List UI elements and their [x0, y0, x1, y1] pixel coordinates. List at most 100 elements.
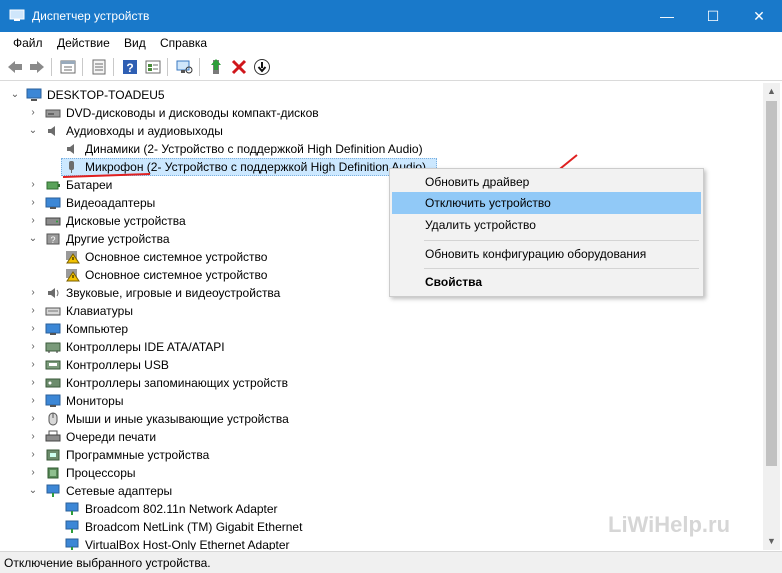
details-view-icon[interactable]: [144, 58, 162, 76]
chevron-right-icon[interactable]: ›: [28, 446, 38, 464]
scrollbar-thumb[interactable]: [766, 101, 777, 466]
microphone-icon: [69, 161, 74, 173]
chevron-right-icon[interactable]: ›: [28, 194, 38, 212]
mouse-icon: [48, 412, 58, 426]
chevron-right-icon[interactable]: ›: [28, 410, 38, 428]
chevron-right-icon[interactable]: ›: [28, 212, 38, 230]
menu-bar: Файл Действие Вид Справка: [0, 32, 782, 53]
forward-arrow-icon[interactable]: [28, 58, 46, 76]
device-list-icon[interactable]: [90, 58, 108, 76]
menu-item-properties[interactable]: Свойства: [392, 271, 701, 293]
title-bar: Диспетчер устройств — ☐ ✕: [0, 0, 782, 32]
tree-label: Broadcom NetLink (TM) Gigabit Ethernet: [85, 520, 303, 534]
chevron-right-icon[interactable]: ›: [28, 104, 38, 122]
chevron-right-icon[interactable]: ›: [28, 176, 38, 194]
warning-device-icon: [66, 269, 80, 282]
menu-item-disable-device[interactable]: Отключить устройство: [392, 192, 701, 214]
tree-label: Мыши и иные указывающие устройства: [66, 412, 289, 426]
menu-action[interactable]: Действие: [57, 36, 110, 50]
device-manager-app-icon: [9, 9, 25, 21]
chevron-down-icon[interactable]: ⌄: [28, 230, 38, 248]
context-menu: Обновить драйвер Отключить устройство Уд…: [389, 168, 704, 297]
sound-device-icon: [48, 288, 59, 298]
network-adapter-icon: [65, 502, 79, 515]
window-title: Диспетчер устройств: [32, 9, 150, 23]
tree-label: Мониторы: [66, 394, 124, 408]
disk-drive-icon: [45, 217, 61, 226]
toolbar-separator: [51, 58, 52, 76]
toolbar-separator: [113, 58, 114, 76]
properties-pane-icon[interactable]: [59, 58, 77, 76]
menu-item-label: Отключить устройство: [425, 196, 551, 210]
network-adapter-icon: [46, 484, 60, 497]
chevron-right-icon[interactable]: ›: [28, 428, 38, 446]
chevron-down-icon[interactable]: ⌄: [28, 482, 38, 500]
tree-label: Дисковые устройства: [66, 214, 186, 228]
chevron-right-icon[interactable]: ›: [28, 356, 38, 374]
printer-icon: [45, 430, 61, 442]
chevron-right-icon[interactable]: ›: [28, 374, 38, 392]
warning-device-icon: [66, 251, 80, 264]
disable-device-icon[interactable]: [253, 58, 271, 76]
status-bar: Отключение выбранного устройства.: [0, 551, 782, 573]
chevron-right-icon[interactable]: ›: [28, 302, 38, 320]
storage-controller-icon: [45, 378, 61, 388]
dvd-drive-icon: [45, 109, 61, 118]
chevron-right-icon[interactable]: ›: [28, 338, 38, 356]
chevron-right-icon[interactable]: ›: [28, 320, 38, 338]
scan-hardware-icon[interactable]: [175, 58, 193, 76]
tree-label: Звуковые, игровые и видеоустройства: [66, 286, 281, 300]
computer-icon: [45, 323, 61, 335]
toolbar-separator: [199, 58, 200, 76]
maximize-button[interactable]: ☐: [690, 0, 736, 32]
tree-label: Микрофон (2- Устройство с поддержкой Hig…: [85, 160, 427, 174]
vertical-scrollbar[interactable]: ▲ ▼: [763, 83, 780, 550]
menu-view[interactable]: Вид: [124, 36, 146, 50]
usb-controller-icon: [45, 360, 61, 370]
toolbar-separator: [82, 58, 83, 76]
computer-icon: [26, 88, 42, 101]
menu-item-update-driver[interactable]: Обновить драйвер: [392, 171, 701, 193]
close-button[interactable]: ✕: [736, 0, 782, 32]
menu-item-label: Обновить конфигурацию оборудования: [425, 247, 647, 261]
tree-label: Процессоры: [66, 466, 136, 480]
menu-item-label: Удалить устройство: [425, 218, 536, 232]
tree-label: Другие устройства: [66, 232, 170, 246]
menu-item-uninstall-device[interactable]: Удалить устройство: [392, 214, 701, 236]
tree-root-label: DESKTOP-TOADEU5: [47, 88, 165, 102]
chevron-down-icon[interactable]: ⌄: [28, 122, 38, 140]
update-driver-icon[interactable]: [207, 58, 225, 76]
ide-controller-icon: [45, 342, 61, 353]
back-arrow-icon[interactable]: [6, 58, 24, 76]
scroll-down-icon[interactable]: ▼: [763, 533, 780, 550]
chevron-right-icon[interactable]: ›: [28, 284, 38, 302]
minimize-button[interactable]: —: [644, 0, 690, 32]
tree-label: Контроллеры IDE ATA/ATAPI: [66, 340, 225, 354]
menu-item-scan-hardware[interactable]: Обновить конфигурацию оборудования: [392, 243, 701, 265]
chevron-right-icon[interactable]: ›: [28, 464, 38, 482]
tree-label: Контроллеры USB: [66, 358, 169, 372]
tree-label: Динамики (2- Устройство с поддержкой Hig…: [85, 142, 423, 156]
menu-item-label: Свойства: [425, 275, 483, 289]
menu-help[interactable]: Справка: [160, 36, 207, 50]
tree-label: DVD-дисководы и дисководы компакт-дисков: [66, 106, 319, 120]
tree-label: Видеоадаптеры: [66, 196, 156, 210]
battery-icon: [46, 181, 60, 190]
chevron-down-icon[interactable]: ⌄: [10, 86, 20, 104]
tree-label: Клавиатуры: [66, 304, 133, 318]
tree-label: Основное системное устройство: [85, 268, 268, 282]
menu-separator: [424, 268, 699, 269]
tree-label: Сетевые адаптеры: [66, 484, 173, 498]
svg-text:?: ?: [50, 235, 55, 245]
scroll-up-icon[interactable]: ▲: [763, 83, 780, 100]
display-adapter-icon: [45, 197, 61, 209]
chevron-right-icon[interactable]: ›: [28, 392, 38, 410]
keyboard-icon: [45, 307, 61, 316]
menu-file[interactable]: Файл: [13, 36, 43, 50]
unknown-device-icon: ?: [46, 233, 60, 245]
tree-device-selected[interactable]: Микрофон (2- Устройство с поддержкой Hig…: [61, 158, 437, 176]
help-icon[interactable]: ?: [121, 58, 139, 76]
uninstall-x-icon[interactable]: [230, 58, 248, 76]
tree-label: Контроллеры запоминающих устройств: [66, 376, 288, 390]
tree-label: Аудиовходы и аудиовыходы: [66, 124, 223, 138]
